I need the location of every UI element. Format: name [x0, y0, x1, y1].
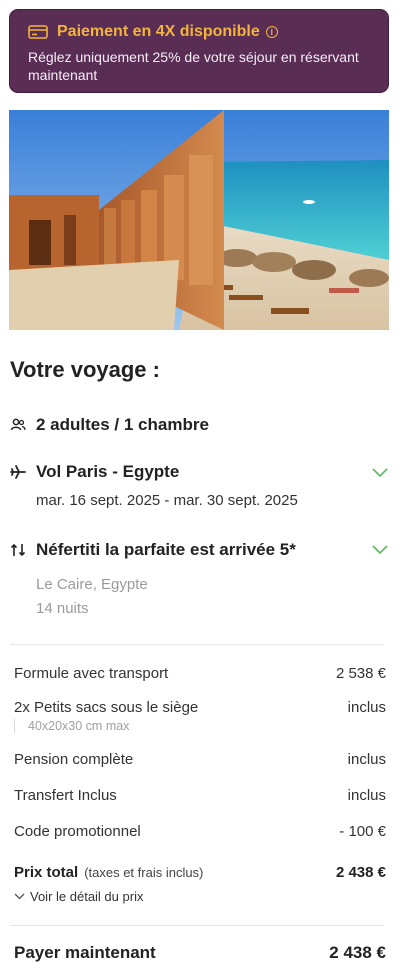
price-line-formula: Formule avec transport 2 538 €	[14, 665, 386, 682]
price-line-label: Formule avec transport	[14, 665, 169, 682]
price-line-value: 2 538 €	[335, 665, 386, 682]
flight-label: Vol Paris - Egypte	[36, 462, 180, 481]
price-detail-link[interactable]: Voir le détail du prix	[14, 889, 143, 904]
divider	[10, 925, 384, 926]
price-detail-label: Voir le détail du prix	[30, 889, 144, 904]
transfer-arrows-icon	[10, 543, 26, 557]
banner-title: Paiement en 4X disponible	[57, 23, 260, 40]
price-line-value: inclus	[347, 699, 386, 716]
pay-now-label: Payer maintenant	[14, 943, 156, 962]
price-line-value: - 100 €	[339, 823, 386, 840]
hotel-location: Le Caire, Egypte	[36, 576, 148, 593]
note-bar	[14, 719, 15, 733]
pay-now-value: 2 438 €	[329, 943, 386, 962]
price-line-board: Pension complète inclus	[14, 751, 386, 768]
flight-row[interactable]: Vol Paris - Egypte	[10, 462, 179, 482]
credit-card-icon	[28, 25, 48, 39]
plane-icon	[10, 465, 26, 479]
divider	[10, 644, 384, 645]
hotel-chevron-down-icon[interactable]	[372, 545, 388, 555]
total-label: Prix total	[14, 864, 79, 881]
price-line-transfer: Transfert Inclus inclus	[14, 787, 386, 804]
total-price-row: Prix total (taxes et frais inclus) 2 438 …	[14, 864, 386, 882]
travellers-label: 2 adultes / 1 chambre	[36, 415, 209, 434]
trip-section-title: Votre voyage :	[10, 357, 160, 382]
flight-dates: mar. 16 sept. 2025 - mar. 30 sept. 2025	[36, 492, 298, 509]
hotel-nights: 14 nuits	[36, 600, 89, 617]
price-line-bags: 2x Petits sacs sous le siège inclus	[14, 699, 386, 716]
total-note: (taxes et frais inclus)	[84, 865, 204, 880]
banner-text: Réglez uniquement 25% de votre séjour en…	[28, 49, 359, 83]
chevron-down-icon	[14, 893, 25, 900]
hotel-row[interactable]: Néfertiti la parfaite est arrivée 5*	[10, 540, 296, 560]
people-icon	[10, 418, 26, 431]
info-icon[interactable]: i	[265, 26, 278, 38]
price-line-value: inclus	[347, 787, 386, 804]
price-line-promo: Code promotionnel - 100 €	[14, 823, 386, 840]
hotel-label: Néfertiti la parfaite est arrivée 5*	[36, 540, 296, 559]
pay-now-row: Payer maintenant 2 438 €	[14, 943, 386, 963]
price-line-label: Transfert Inclus	[14, 787, 117, 804]
trip-hero-image	[9, 110, 389, 330]
price-line-value: inclus	[347, 751, 386, 768]
flight-chevron-down-icon[interactable]	[372, 468, 388, 478]
bag-size-note: 40x20x30 cm max	[28, 719, 130, 733]
travellers-row: 2 adultes / 1 chambre	[10, 415, 209, 435]
payment-4x-banner[interactable]: Paiement en 4X disponible i Réglez uniqu…	[9, 9, 389, 93]
price-line-label: Pension complète	[14, 751, 134, 768]
price-line-label: 2x Petits sacs sous le siège	[14, 699, 199, 716]
price-line-label: Code promotionnel	[14, 823, 141, 840]
total-value: 2 438 €	[335, 864, 386, 881]
